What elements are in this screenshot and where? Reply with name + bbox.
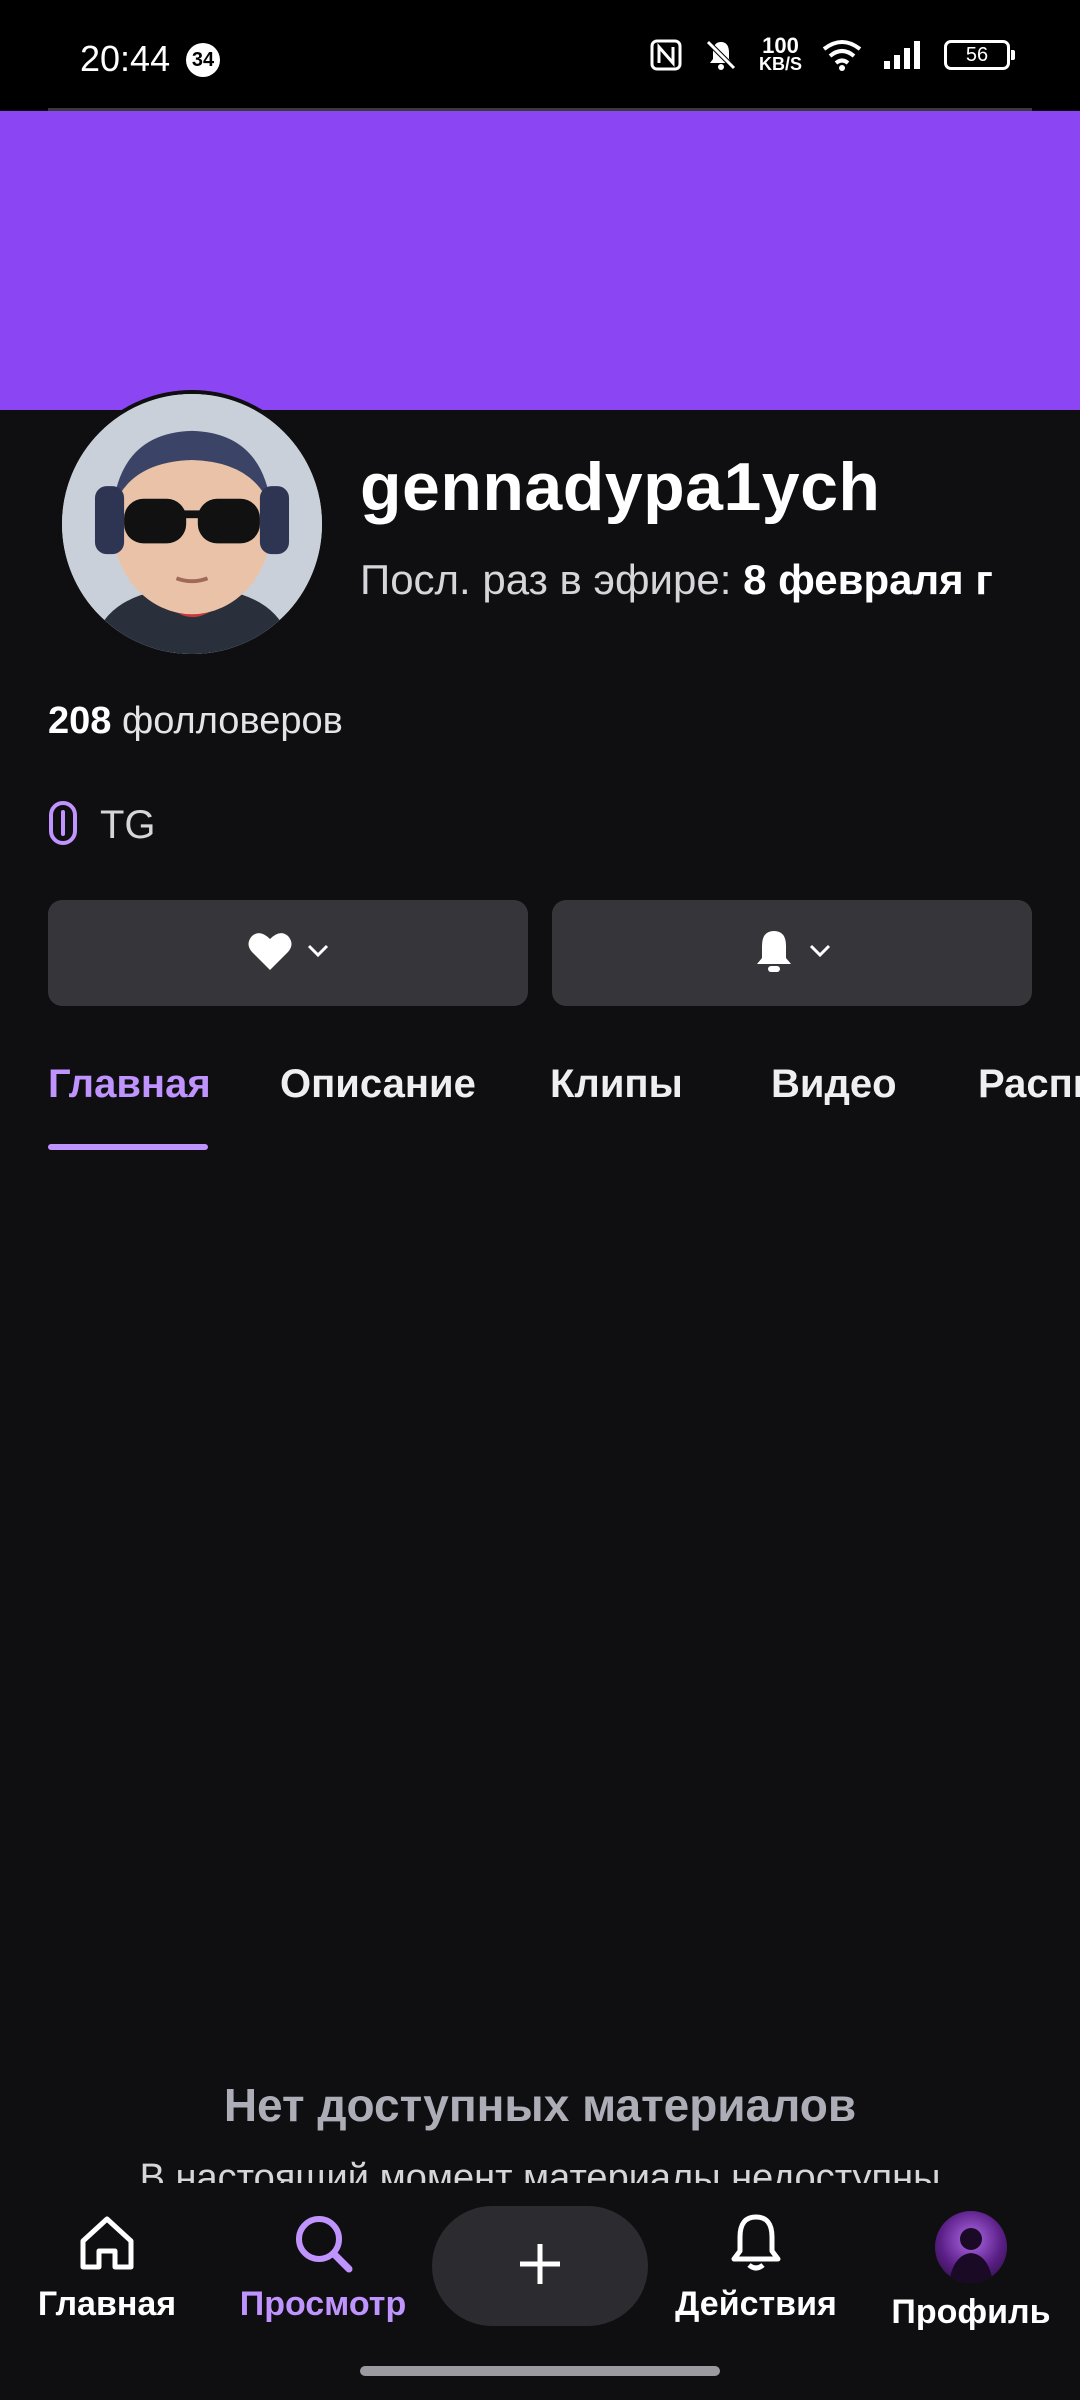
status-bar: 20:44 34 100 KB/S 56 xyxy=(0,0,1080,110)
nfc-icon xyxy=(649,38,683,72)
tab-schedule[interactable]: Расписание xyxy=(978,1062,1080,1107)
nav-activity-label: Действия xyxy=(675,2285,837,2323)
tab-about[interactable]: Описание xyxy=(280,1062,476,1107)
net-speed-unit: KB/S xyxy=(758,54,802,74)
nav-profile[interactable]: Профиль xyxy=(871,2211,1071,2332)
status-icons: 100 KB/S 56 xyxy=(649,30,1015,80)
nav-home[interactable]: Главная xyxy=(7,2211,207,2324)
profile-banner xyxy=(0,111,1080,410)
nav-profile-label: Профиль xyxy=(891,2293,1051,2331)
mute-icon xyxy=(703,37,739,73)
nav-browse[interactable]: Просмотр xyxy=(223,2211,423,2324)
nav-activity[interactable]: Действия xyxy=(656,2211,856,2324)
home-icon xyxy=(7,2211,207,2275)
last-live-label: Посл. раз в эфире: xyxy=(360,556,732,603)
tab-videos[interactable]: Видео xyxy=(771,1062,897,1107)
nav-home-label: Главная xyxy=(37,2285,177,2323)
chevron-down-icon xyxy=(307,944,329,963)
channel-tabs: Главная Описание Клипы Видео Расписание xyxy=(48,1056,1080,1156)
gesture-bar[interactable] xyxy=(360,2366,720,2376)
bell-icon xyxy=(656,2211,856,2275)
link-icon xyxy=(48,800,78,851)
tab-clips[interactable]: Клипы xyxy=(550,1062,683,1107)
notification-count-badge: 34 xyxy=(186,43,220,77)
social-link-label: TG xyxy=(100,803,156,847)
last-live-info: Посл. раз в эфире: 8 февраля г xyxy=(360,556,993,604)
notifications-button[interactable] xyxy=(552,900,1032,1006)
search-icon xyxy=(223,2211,423,2275)
tab-home[interactable]: Главная xyxy=(48,1062,211,1107)
nav-browse-label: Просмотр xyxy=(239,2285,407,2323)
net-speed-value: 100 xyxy=(762,33,799,58)
social-link-tg[interactable]: TG xyxy=(48,800,156,851)
followers-label: фолловеров xyxy=(121,700,343,742)
network-speed: 100 KB/S xyxy=(758,33,802,74)
chevron-down-icon xyxy=(809,944,831,963)
followers-number: 208 xyxy=(48,700,112,742)
empty-state-subtitle: В настоящий момент материалы недоступны xyxy=(139,2157,941,2183)
status-time: 20:44 xyxy=(80,38,171,79)
last-live-date: 8 февраля г xyxy=(743,556,993,603)
signal-icon xyxy=(882,39,924,71)
wifi-icon xyxy=(822,39,862,71)
plus-icon xyxy=(516,2240,564,2293)
empty-state-title: Нет доступных материалов xyxy=(223,2079,857,2131)
channel-avatar[interactable] xyxy=(58,390,326,658)
channel-username: gennadypa1ych xyxy=(360,449,881,525)
battery-indicator: 56 xyxy=(944,40,1015,70)
bell-icon xyxy=(753,928,795,979)
heart-icon xyxy=(247,930,293,977)
profile-avatar xyxy=(935,2211,1007,2283)
active-tab-indicator xyxy=(48,1144,208,1150)
follow-button[interactable] xyxy=(48,900,528,1006)
followers-count: 208 фолловеров xyxy=(48,700,343,743)
create-button[interactable] xyxy=(432,2206,648,2326)
